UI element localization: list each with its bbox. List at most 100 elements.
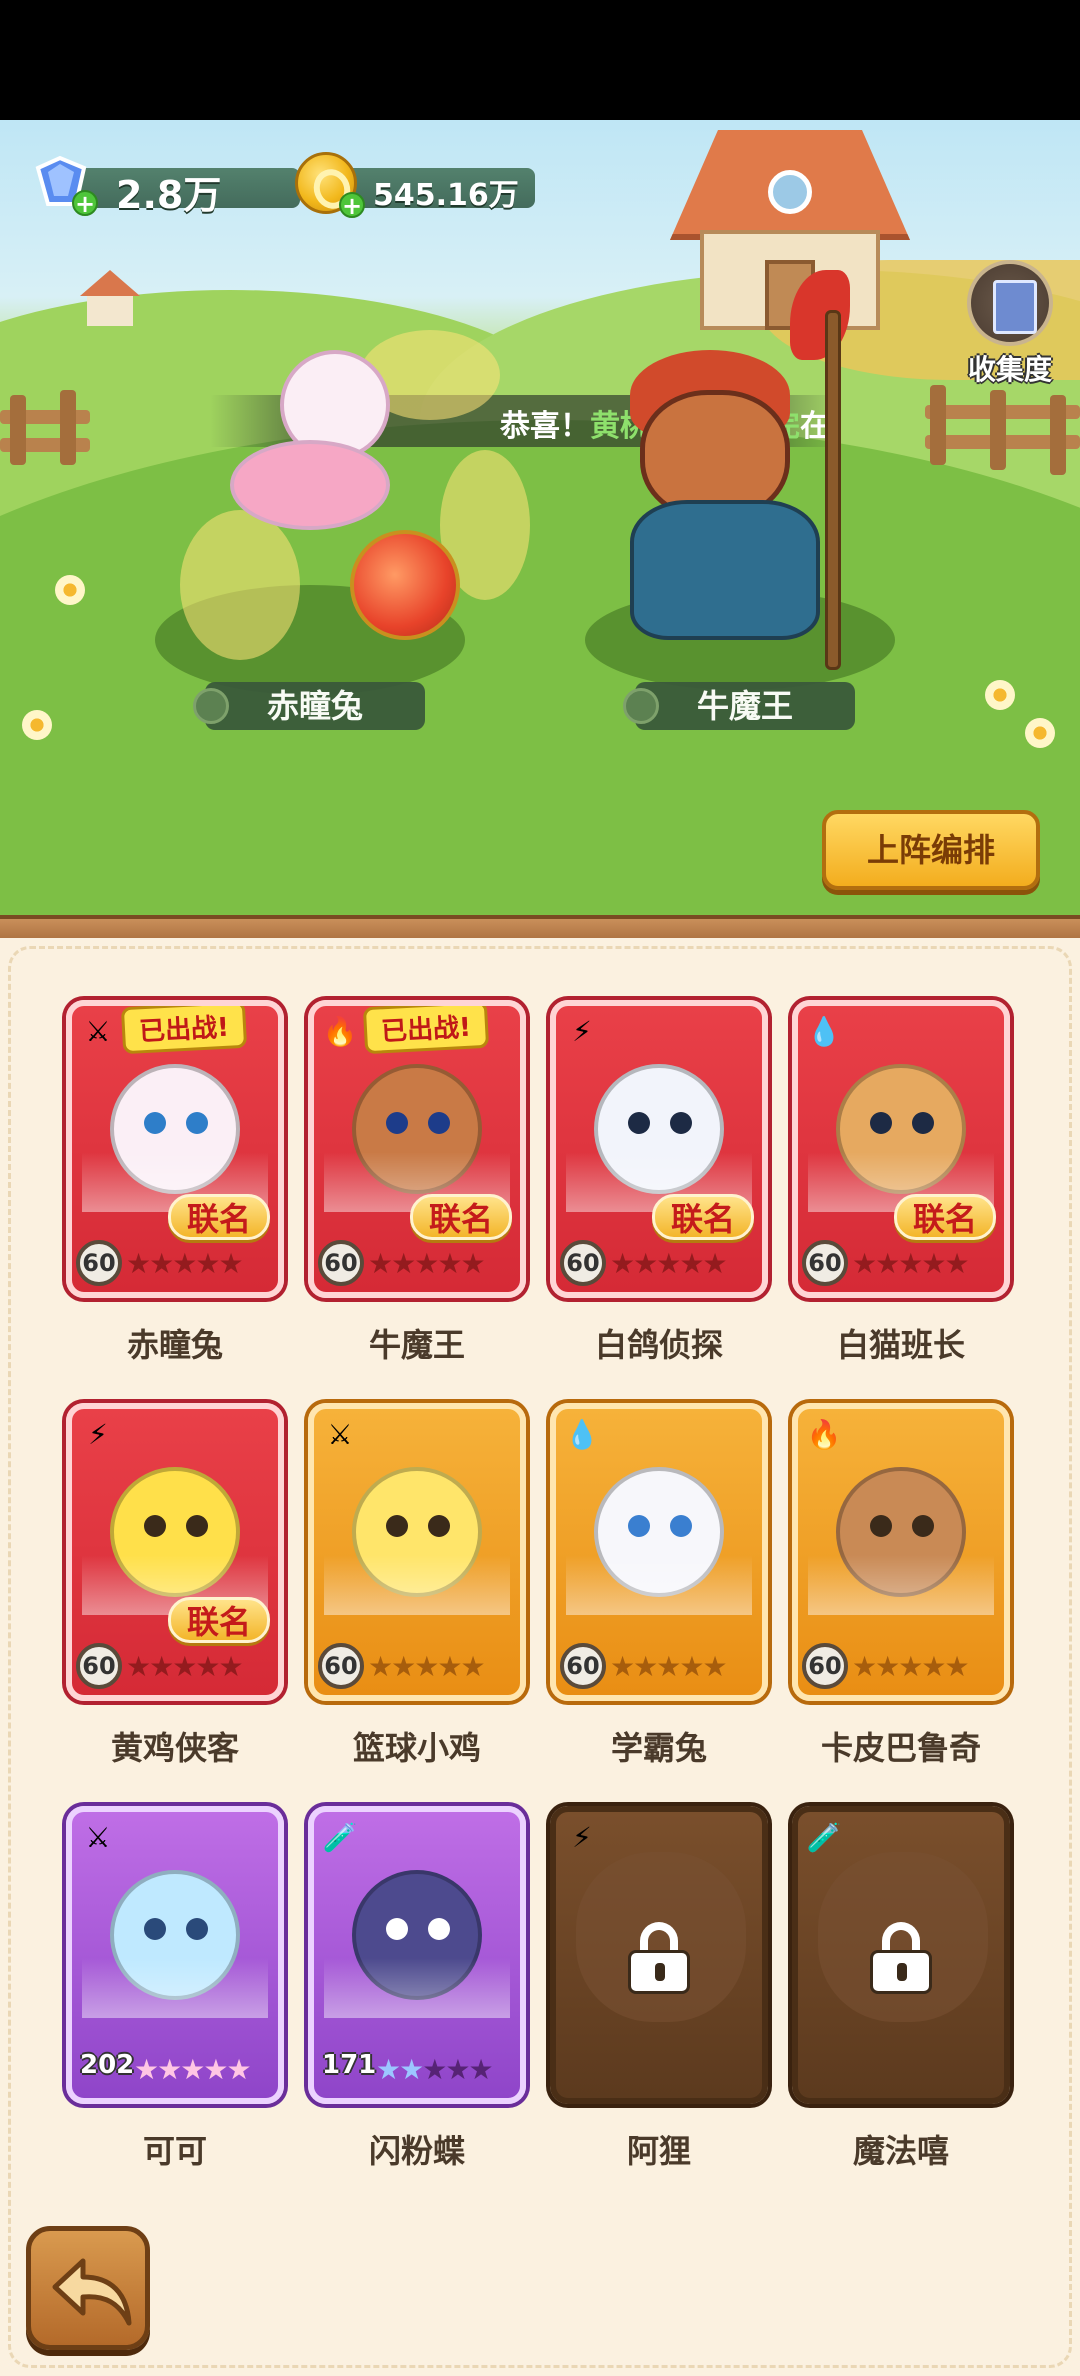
star-icon: ★ (445, 2053, 470, 2086)
hero-card[interactable]: ⚔ 60 ★★★★★ (308, 1403, 526, 1701)
star-icon: ★ (944, 1247, 969, 1280)
hero-card[interactable]: ⚡ 联名 60 ★★★★★ (550, 1000, 768, 1298)
star-rating: ★★★★★ (376, 2053, 494, 2086)
sword-element-icon: ⚔ (85, 1821, 111, 1854)
level-badge: 60 (76, 1240, 122, 1286)
collab-badge: 联名 (651, 1194, 754, 1240)
star-rating: ★★★★★ (126, 1650, 244, 1683)
flower (1025, 718, 1055, 748)
star-icon: ★ (195, 1247, 220, 1280)
hero-card[interactable]: 💧 联名 60 ★★★★★ (792, 1000, 1010, 1298)
star-icon: ★ (203, 2053, 228, 2086)
hero-name: 牛魔王 (368, 1326, 465, 1364)
level-badge: 171 (322, 2050, 377, 2080)
star-icon: ★ (679, 1247, 704, 1280)
level-badge: 60 (318, 1643, 364, 1689)
hero-card[interactable]: 💧 60 ★★★★★ (550, 1403, 768, 1701)
collection-button[interactable]: 收集度 (960, 260, 1060, 386)
star-icon: ★ (460, 1247, 485, 1280)
water-element-icon: 💧 (564, 1418, 600, 1451)
star-icon: ★ (149, 1650, 174, 1683)
star-icon: ★ (875, 1247, 900, 1280)
paw-icon (193, 688, 229, 724)
star-icon: ★ (921, 1650, 946, 1683)
distant-house (80, 270, 140, 326)
hero-name: 白猫班长 (836, 1326, 965, 1364)
star-rating: ★★★★★ (368, 1247, 486, 1280)
fire-element-icon: 🔥 (806, 1418, 842, 1451)
star-icon: ★ (610, 1650, 635, 1683)
hero-name: 篮球小鸡 (352, 1729, 481, 1767)
star-icon: ★ (399, 2053, 424, 2086)
star-icon: ★ (702, 1650, 727, 1683)
star-icon: ★ (172, 1247, 197, 1280)
star-rating: ★★★★★ (852, 1650, 970, 1683)
lineup-name-2: 牛魔王 (623, 682, 855, 730)
level-badge: 202 (80, 2050, 135, 2080)
star-icon: ★ (218, 1247, 243, 1280)
star-icon: ★ (656, 1650, 681, 1683)
back-button[interactable] (26, 2226, 150, 2350)
collection-label: 收集度 (967, 353, 1052, 386)
flower (985, 680, 1015, 710)
hero-portrait (566, 1445, 752, 1615)
star-icon: ★ (157, 2053, 182, 2086)
star-icon: ★ (944, 1650, 969, 1683)
hero-name: 阿狸 (626, 2132, 691, 2170)
lineup-edit-button[interactable]: 上阵编排 (822, 810, 1040, 890)
lineup-character-rabbit[interactable] (180, 310, 530, 670)
star-rating: ★★★★★ (126, 1247, 244, 1280)
star-icon: ★ (852, 1247, 877, 1280)
back-arrow-icon (52, 2258, 132, 2326)
hero-portrait (82, 1848, 268, 2018)
lineup-character-bull[interactable] (590, 270, 910, 670)
star-icon: ★ (391, 1247, 416, 1280)
hero-card[interactable]: ⚔ 已出战! 联名 60 ★★★★★ (66, 1000, 284, 1298)
hero-card[interactable]: ⚡ 联名 60 ★★★★★ (66, 1403, 284, 1701)
star-icon: ★ (921, 1247, 946, 1280)
status-bar (0, 0, 1080, 120)
star-rating: ★★★★★ (852, 1247, 970, 1280)
level-badge: 60 (76, 1643, 122, 1689)
level-badge: 60 (560, 1240, 606, 1286)
star-rating: ★★★★★ (368, 1650, 486, 1683)
hero-name: 闪粉蝶 (368, 2132, 465, 2170)
star-icon: ★ (702, 1247, 727, 1280)
hero-name: 学霸兔 (610, 1729, 707, 1767)
star-icon: ★ (679, 1650, 704, 1683)
star-icon: ★ (633, 1247, 658, 1280)
level-badge: 60 (560, 1643, 606, 1689)
hero-card[interactable]: 🔥 60 ★★★★★ (792, 1403, 1010, 1701)
collab-badge: 联名 (893, 1194, 996, 1240)
coin-amount: 545.16万 (373, 178, 519, 213)
add-coins-icon[interactable]: + (339, 192, 365, 218)
hero-card[interactable]: 🧪 (792, 1806, 1010, 2104)
poison-element-icon: 🧪 (322, 1821, 358, 1854)
hero-card[interactable]: 🧪 171 ★★★★★ (308, 1806, 526, 2104)
star-icon: ★ (218, 1650, 243, 1683)
hero-portrait (82, 1445, 268, 1615)
hero-portrait (808, 1445, 994, 1615)
gem-amount: 2.8万 (116, 173, 222, 217)
star-icon: ★ (898, 1650, 923, 1683)
hero-card[interactable]: ⚡ (550, 1806, 768, 2104)
level-badge: 60 (802, 1643, 848, 1689)
star-icon: ★ (656, 1247, 681, 1280)
star-rating: ★★★★★ (610, 1650, 728, 1683)
hero-name: 魔法嘻 (852, 2132, 949, 2170)
hero-portrait (82, 1042, 268, 1212)
star-rating: ★★★★★ (610, 1247, 728, 1280)
lock-icon (628, 1922, 690, 1994)
hero-name: 可可 (142, 2132, 207, 2170)
collab-badge: 联名 (167, 1194, 270, 1240)
fire-element-icon: 🔥 (322, 1015, 358, 1048)
hero-name: 白鸽侦探 (594, 1326, 723, 1364)
hero-card[interactable]: ⚔ 202 ★★★★★ (66, 1806, 284, 2104)
add-gems-icon[interactable]: + (72, 190, 98, 216)
hero-name: 黄鸡侠客 (110, 1729, 239, 1767)
star-icon: ★ (414, 1650, 439, 1683)
paw-icon (623, 688, 659, 724)
hero-card[interactable]: 🔥 已出战! 联名 60 ★★★★★ (308, 1000, 526, 1298)
star-icon: ★ (226, 2053, 251, 2086)
hero-name: 卡皮巴鲁奇 (820, 1729, 981, 1767)
